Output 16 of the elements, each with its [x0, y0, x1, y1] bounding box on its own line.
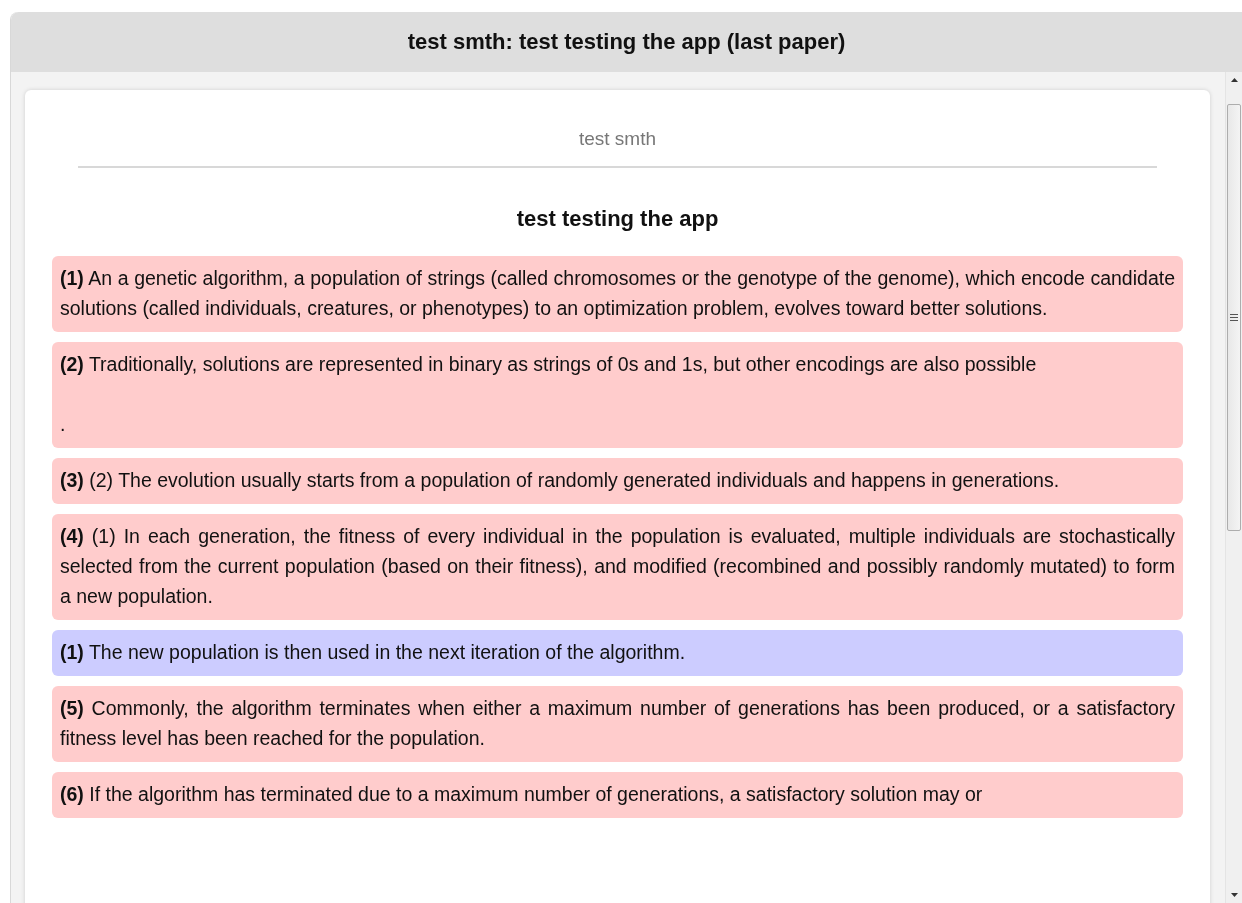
scrollbar[interactable] — [1225, 72, 1242, 903]
question-text: (2) Traditionally, solutions are represented in binary as strings of 0s and 1s, but other encodings are also possible — [60, 352, 1038, 377]
question-text: (3) (2) The evolution usually starts from a population of randomly generated individuals and happens in generations. — [60, 468, 1061, 493]
question-text: (6) If the algorithm has terminated due to a maximum number of generations, a satisfactory solution may or — [60, 782, 984, 807]
question-text: . — [60, 412, 67, 437]
scroll-up-icon[interactable] — [1230, 78, 1238, 82]
question-text: (1) An a genetic algorithm, a population of strings (called chromosomes or the genotype of the genome), which encode candidate solutions (called individuals, creatures, or phenotypes) to an optimization problem, evolves toward better solutions. — [60, 266, 1175, 321]
grip-icon — [1230, 314, 1238, 321]
scroll-down-icon[interactable] — [1230, 893, 1238, 897]
window-title: test smth: test testing the app (last paper) — [407, 29, 846, 55]
paper-subject: test smth — [578, 128, 657, 149]
scrollbar-thumb[interactable] — [1227, 104, 1241, 531]
question-text: (4) (1) In each generation, the fitness of every individual in the population is evaluated, multiple individuals are stochastically selected from the current population (based on their fitness), and modified (recombined and possibly randomly mutated) to form a new population. — [60, 524, 1175, 609]
paper-title: test testing the app — [516, 206, 719, 231]
question-text: (5) Commonly, the algorithm terminates when either a maximum number of generations has been produced, or a satisfactory fitness level has been reached for the population. — [60, 696, 1175, 751]
question-text: (1) The new population is then used in the next iteration of the algorithm. — [60, 640, 687, 665]
